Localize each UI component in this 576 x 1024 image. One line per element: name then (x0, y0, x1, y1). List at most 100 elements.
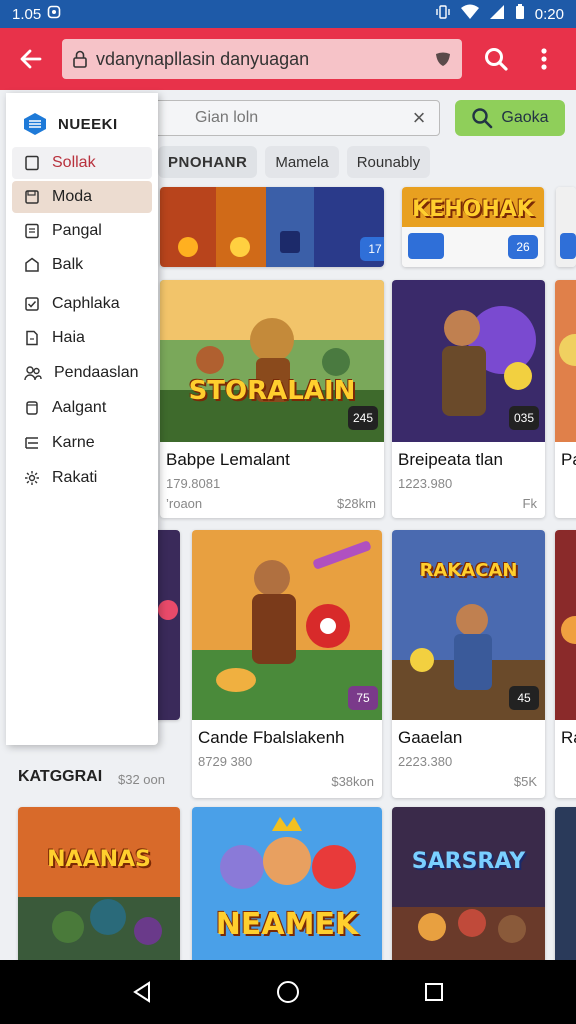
game-card[interactable]: STORALAIN 245 Babpe Lemalant 179.8081 ’r… (160, 280, 384, 518)
system-nav-bar (0, 960, 576, 1024)
section-heading: KATGGRAI (18, 768, 103, 785)
search-button[interactable] (472, 35, 520, 83)
game-title: Pa (561, 450, 576, 469)
game-artwork (18, 807, 180, 960)
search-input[interactable]: Gian loln × (150, 100, 440, 136)
game-meta: 2223.380 (398, 754, 453, 769)
game-price: $28km (336, 496, 376, 511)
search-placeholder: Gian loln (195, 109, 259, 126)
game-artwork (555, 807, 576, 960)
card-badge: 245 (348, 406, 378, 430)
app-bar: vdanynapllasin danyuagan (0, 28, 576, 90)
signal-icon (489, 4, 505, 24)
game-left-meta: ’roaon (166, 496, 203, 511)
home-circle-icon[interactable] (275, 979, 301, 1005)
drawer-item-label: Balk (52, 256, 84, 273)
drawer-item-label: Pendaaslan (54, 364, 139, 381)
notification-icon (47, 5, 61, 23)
game-artwork (160, 187, 384, 267)
drawer-item-caphlaka[interactable]: Caphlaka (12, 288, 152, 320)
drawer-item-label: Pangal (52, 222, 102, 239)
card-badge: 75 (348, 686, 378, 710)
game-title: Ra (561, 728, 576, 747)
drawer-item-label: Haia (52, 329, 85, 346)
drawer-item-moda[interactable]: Moda (12, 181, 152, 213)
game-card[interactable] (555, 807, 576, 960)
game-card[interactable]: NAANAS (18, 807, 180, 960)
drawer-item-haia[interactable]: Haia (12, 322, 152, 354)
drawer-header: NUEEKI (6, 93, 158, 143)
game-art-title: SARSRAY (411, 849, 526, 874)
card-badge: 17 (360, 237, 384, 261)
drawer-item-rakati[interactable]: Rakati (12, 462, 152, 494)
game-card-top-right[interactable]: KEHOHAK 26 (402, 187, 544, 267)
game-title: Gaaelan (398, 728, 463, 747)
chip-1[interactable]: Mamela (265, 146, 339, 178)
url-text: vdanynapllasin danyuagan (96, 48, 310, 69)
drawer-item-karne[interactable]: Karne (12, 427, 152, 459)
game-card[interactable]: Pa (555, 280, 576, 518)
drawer-item-label: Moda (52, 188, 93, 205)
drawer-item-label: Rakati (52, 469, 98, 486)
status-time-left: 1.05 (12, 5, 42, 23)
navigation-drawer: NUEEKI Sollak Moda Pangal Balk Caphlaka … (6, 93, 158, 745)
game-card[interactable]: NEAMEK (192, 807, 382, 960)
clear-icon[interactable]: × (399, 105, 439, 131)
more-vert-icon (541, 48, 547, 70)
drawer-item-label: Caphlaka (52, 295, 120, 312)
game-card-top-left[interactable]: 17 (160, 187, 384, 267)
drawer-brand: NUEEKI (58, 115, 118, 133)
drawer-item-label: Karne (52, 434, 95, 451)
back-triangle-icon[interactable] (131, 980, 153, 1004)
wifi-icon (460, 4, 479, 24)
game-art-title: NEAMEK (215, 907, 359, 942)
url-bar[interactable]: vdanynapllasin danyuagan (62, 39, 462, 79)
game-meta: 8729 380 (198, 754, 253, 769)
game-card[interactable]: SARSRAY (392, 807, 545, 960)
cylinder-icon (26, 401, 38, 415)
overflow-menu-button[interactable] (520, 35, 568, 83)
game-price: Fk (522, 496, 537, 511)
vibrate-icon (435, 4, 451, 24)
document-icon (25, 223, 39, 239)
drawer-item-label: Sollak (52, 154, 96, 171)
shield-icon[interactable] (434, 51, 452, 67)
file-icon (26, 330, 38, 346)
check-square-icon (25, 297, 39, 311)
drawer-item-balk[interactable]: Balk (12, 249, 152, 281)
chip-0[interactable]: PNOHANR (158, 146, 258, 178)
game-art-title: STORALAIN (188, 376, 356, 406)
game-title: Breipeata tlan (398, 450, 503, 469)
game-artwork (555, 280, 576, 442)
search-submit-button[interactable]: Gaoka (455, 100, 565, 136)
checkbox-icon (25, 155, 39, 171)
drawer-item-pangal[interactable]: Pangal (12, 215, 152, 247)
status-time-right: 0:20 (534, 5, 564, 23)
game-title: Cande Fbalslakenh (198, 728, 345, 747)
battery-icon (515, 4, 525, 24)
game-artwork (555, 530, 576, 720)
drawer-item-sollak[interactable]: Sollak (12, 147, 152, 179)
chip-2[interactable]: Rounably (346, 146, 431, 178)
game-card[interactable]: 75 Cande Fbalslakenh 8729 380 $38kon (192, 530, 382, 798)
game-art-title: NAANAS (47, 847, 151, 872)
game-price: $38kon (331, 774, 374, 789)
game-price: $5K (513, 774, 537, 789)
filter-chips: PNOHANR Mamela Rounably (158, 146, 431, 178)
back-button[interactable] (0, 28, 62, 90)
game-card[interactable]: RAKACAN 45 Gaaelan 2223.380 $5K (392, 530, 545, 798)
game-card-top-edge[interactable] (556, 187, 576, 267)
drawer-item-aalgant[interactable]: Aalgant (12, 392, 152, 424)
tag-icon (25, 257, 39, 272)
game-art-title: RAKACAN (419, 560, 518, 581)
game-artwork (392, 807, 545, 960)
game-title: Babpe Lemalant (166, 450, 290, 469)
filter-icon (25, 437, 38, 449)
settings-icon (25, 471, 39, 485)
game-card[interactable]: 035 Breipeata tlan 1223.980 Fk (392, 280, 545, 518)
card-badge: 26 (508, 235, 538, 259)
back-arrow-icon (20, 49, 42, 69)
drawer-item-pendaaslan[interactable]: Pendaaslan (12, 357, 152, 389)
game-card[interactable]: Ra (555, 530, 576, 798)
recents-square-icon[interactable] (423, 981, 445, 1003)
